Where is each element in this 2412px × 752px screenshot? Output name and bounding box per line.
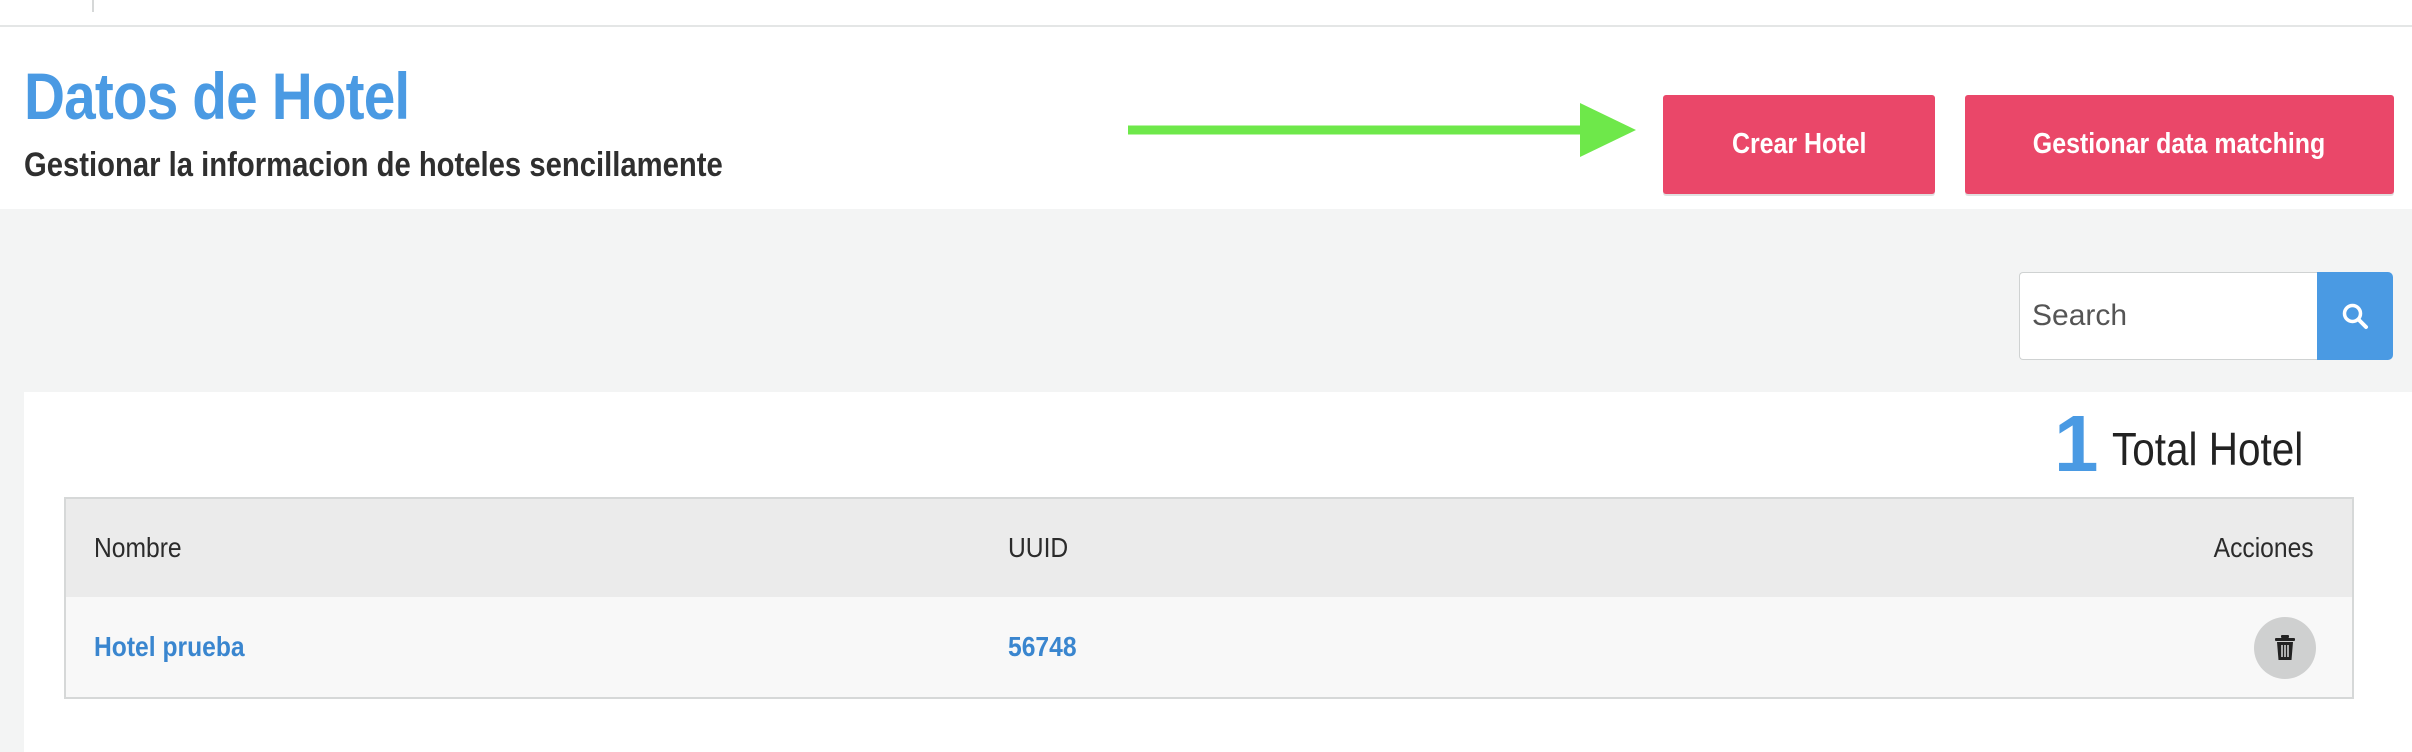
arrow-right-icon <box>1128 103 1636 157</box>
table-row: Hotel prueba 56748 <box>66 597 2352 697</box>
manage-data-matching-button-label: Gestionar data matching <box>2033 128 2326 160</box>
hotels-table: Nombre UUID Acciones Hotel prueba 56748 <box>64 497 2354 699</box>
create-hotel-button-label: Crear Hotel <box>1731 128 1867 160</box>
page-title: Datos de Hotel <box>24 59 410 133</box>
top-bar <box>0 0 2412 27</box>
search-input[interactable] <box>2019 272 2317 360</box>
search-button[interactable] <box>2317 272 2393 360</box>
manage-data-matching-button[interactable]: Gestionar data matching <box>1965 95 2394 194</box>
hotel-uuid-link[interactable]: 56748 <box>1008 631 1086 663</box>
column-header-actions: Acciones <box>2214 532 2314 563</box>
hotel-name-link[interactable]: Hotel prueba <box>94 631 265 663</box>
search-bar <box>2019 272 2393 362</box>
main-content: 1 Total Hotel Nombre UUID Acciones Hotel… <box>0 209 2412 752</box>
table-header-row: Nombre UUID Acciones <box>66 499 2352 597</box>
trash-icon <box>2275 635 2295 660</box>
top-bar-divider <box>92 0 94 12</box>
create-hotel-button[interactable]: Crear Hotel <box>1663 95 1935 194</box>
total-label: Total Hotel <box>2112 423 2304 475</box>
column-header-name: Nombre <box>94 532 182 563</box>
search-icon <box>2342 303 2368 329</box>
hotels-panel: 1 Total Hotel Nombre UUID Acciones Hotel… <box>24 392 2412 752</box>
column-header-uuid: UUID <box>1008 532 1069 563</box>
total-count: 1 <box>2054 399 2099 488</box>
delete-hotel-button[interactable] <box>2254 617 2316 679</box>
page-header: Datos de Hotel Gestionar la informacion … <box>0 27 2412 209</box>
page-subtitle: Gestionar la informacion de hoteles senc… <box>24 146 723 184</box>
